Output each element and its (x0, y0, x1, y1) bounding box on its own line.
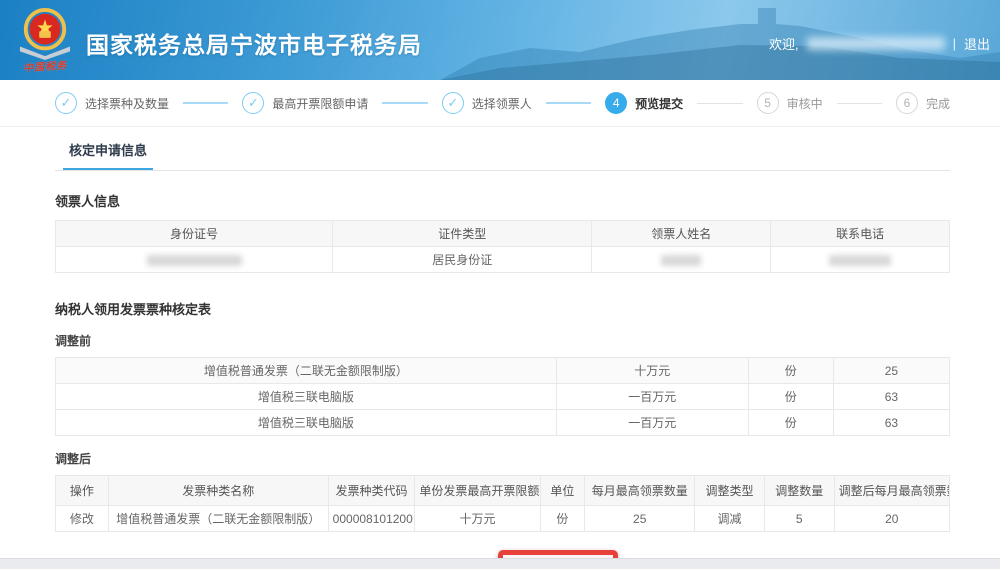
limit-cell: 一百万元 (556, 384, 748, 410)
step-number: 6 (896, 92, 918, 114)
before-adjust-label: 调整前 (55, 332, 950, 349)
step-label: 最高开票限额申请 (272, 95, 368, 112)
step-2-limit-apply: ✓ 最高开票限额申请 (242, 92, 368, 114)
unit-cell: 份 (748, 358, 833, 384)
logout-link[interactable]: 退出 (964, 34, 990, 53)
unit-cell: 份 (748, 410, 833, 436)
step-indicator: ✓ 选择票种及数量 ✓ 最高开票限额申请 ✓ 选择领票人 4 预览提交 5 审核… (0, 80, 1000, 127)
after-adjust-table: 操作 发票种类名称 发票种类代码 单份发票最高开票限额 单位 每月最高领票数量 … (55, 475, 950, 532)
site-title: 国家税务总局宁波市电子税务局 (86, 26, 422, 60)
user-separator: | (953, 36, 956, 51)
step-label: 选择票种及数量 (85, 95, 169, 112)
limit-cell: 十万元 (556, 358, 748, 384)
redacted-phone (829, 255, 891, 266)
step-1-select-type: ✓ 选择票种及数量 (55, 92, 169, 114)
column-header: 单位 (540, 476, 585, 506)
invoice-type-cell: 增值税三联电脑版 (56, 410, 557, 436)
column-header: 联系电话 (771, 221, 950, 247)
step-6-complete: 6 完成 (896, 92, 950, 114)
collector-section-title: 领票人信息 (55, 191, 950, 210)
after-monthly-max-cell: 20 (834, 506, 949, 532)
step-label: 选择领票人 (472, 95, 532, 112)
invoice-code-cell: 000008101200 (328, 506, 415, 532)
collector-name-cell (592, 247, 771, 273)
column-header: 单份发票最高开票限额 (415, 476, 540, 506)
limit-cell: 一百万元 (556, 410, 748, 436)
cert-type-cell: 居民身份证 (333, 247, 592, 273)
table-row: 增值税三联电脑版 一百万元 份 63 (56, 384, 950, 410)
table-header-row: 身份证号 证件类型 领票人姓名 联系电话 (56, 221, 950, 247)
table-row: 居民身份证 (56, 247, 950, 273)
invoice-type-cell: 增值税三联电脑版 (56, 384, 557, 410)
step-label: 审核中 (787, 95, 823, 112)
national-emblem-icon: 中国税务 (16, 8, 74, 74)
redacted-name (661, 255, 701, 266)
step-number: 4 (605, 92, 627, 114)
column-header: 领票人姓名 (592, 221, 771, 247)
before-adjust-table: 增值税普通发票（二联无金额限制版） 十万元 份 25 增值税三联电脑版 一百万元… (55, 357, 950, 436)
table-row: 修改 增值税普通发票（二联无金额限制版） 000008101200 十万元 份 … (56, 506, 950, 532)
redacted-id-number (147, 255, 242, 266)
step-connector (382, 102, 427, 104)
id-number-cell (56, 247, 333, 273)
user-area: 欢迎, | 退出 (769, 34, 990, 53)
adjust-type-cell: 调减 (695, 506, 765, 532)
collector-info-table: 身份证号 证件类型 领票人姓名 联系电话 居民身份证 (55, 220, 950, 273)
unit-cell: 份 (748, 384, 833, 410)
step-connector (837, 103, 882, 104)
quantity-cell: 63 (833, 410, 949, 436)
step-label: 完成 (926, 95, 950, 112)
table-row: 增值税普通发票（二联无金额限制版） 十万元 份 25 (56, 358, 950, 384)
app-header: 中国税务 国家税务总局宁波市电子税务局 欢迎, | 退出 (0, 0, 1000, 80)
main-content: 核定申请信息 领票人信息 身份证号 证件类型 领票人姓名 联系电话 居民身份证 … (0, 127, 1000, 569)
limit-cell: 十万元 (415, 506, 540, 532)
tab-approval-info[interactable]: 核定申请信息 (63, 140, 153, 170)
column-header: 操作 (56, 476, 109, 506)
after-adjust-label: 调整后 (55, 450, 950, 467)
operation-cell: 修改 (56, 506, 109, 532)
table-row: 增值税三联电脑版 一百万元 份 63 (56, 410, 950, 436)
step-4-preview-submit: 4 预览提交 (605, 92, 683, 114)
column-header: 身份证号 (56, 221, 333, 247)
step-done-check-icon: ✓ (242, 92, 264, 114)
quantity-cell: 63 (833, 384, 949, 410)
step-label: 预览提交 (635, 95, 683, 112)
approval-table-title: 纳税人领用发票票种核定表 (55, 299, 950, 318)
redacted-username (807, 37, 945, 50)
step-done-check-icon: ✓ (442, 92, 464, 114)
step-done-check-icon: ✓ (55, 92, 77, 114)
column-header: 发票种类代码 (328, 476, 415, 506)
monthly-max-cell: 25 (585, 506, 695, 532)
column-header: 每月最高领票数量 (585, 476, 695, 506)
unit-cell: 份 (540, 506, 585, 532)
step-connector (183, 102, 228, 104)
step-connector (546, 102, 591, 104)
welcome-text: 欢迎, (769, 34, 799, 53)
column-header: 调整类型 (695, 476, 765, 506)
column-header: 发票种类名称 (108, 476, 328, 506)
step-number: 5 (757, 92, 779, 114)
invoice-type-cell: 增值税普通发票（二联无金额限制版） (108, 506, 328, 532)
tab-bar: 核定申请信息 (55, 127, 950, 171)
phone-cell (771, 247, 950, 273)
quantity-cell: 25 (833, 358, 949, 384)
step-3-select-collector: ✓ 选择领票人 (442, 92, 532, 114)
table-header-row: 操作 发票种类名称 发票种类代码 单份发票最高开票限额 单位 每月最高领票数量 … (56, 476, 950, 506)
column-header: 证件类型 (333, 221, 592, 247)
invoice-type-cell: 增值税普通发票（二联无金额限制版） (56, 358, 557, 384)
emblem-script-text: 中国税务 (16, 56, 75, 75)
column-header: 调整后每月最高领票数量 (834, 476, 949, 506)
column-header: 调整数量 (764, 476, 834, 506)
step-5-under-review: 5 审核中 (757, 92, 823, 114)
footer-strip (0, 558, 1000, 569)
step-connector (697, 103, 742, 104)
adjust-qty-cell: 5 (764, 506, 834, 532)
